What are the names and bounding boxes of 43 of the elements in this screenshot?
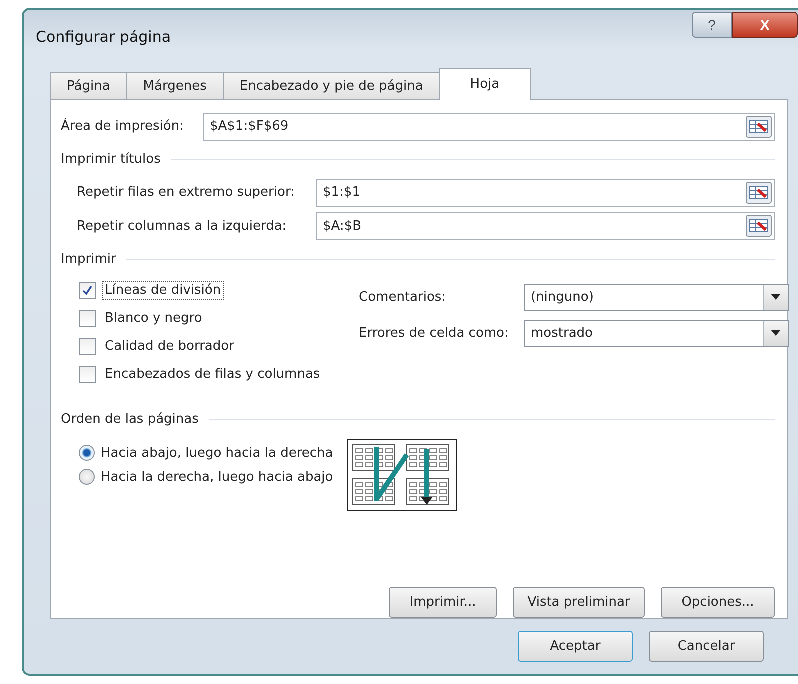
tab[interactable]: Márgenes — [126, 72, 224, 100]
help-button[interactable]: ? — [692, 12, 732, 38]
field-label: Repetir filas en extremo superior: — [77, 185, 296, 200]
checkbox[interactable] — [79, 338, 96, 355]
checkbox-label: Encabezados de filas y columnas — [104, 366, 322, 384]
dropdown-arrow-icon — [771, 294, 781, 300]
checkbox-label: Blanco y negro — [104, 310, 204, 328]
tab[interactable]: Página — [50, 72, 128, 100]
dialog-button[interactable]: Imprimir... — [389, 587, 497, 618]
radio-label: Hacia abajo, luego hacia la derecha — [101, 446, 334, 461]
dropdown[interactable]: mostrado — [524, 320, 789, 347]
field-label: Área de impresión: — [61, 119, 185, 134]
radio-button[interactable] — [79, 445, 95, 462]
window-title: Configurar página — [36, 27, 172, 46]
field-label: Errores de celda como: — [359, 326, 510, 341]
input-field[interactable]: $A$1:$F$69 — [203, 112, 775, 141]
range-picker-icon[interactable] — [746, 116, 772, 138]
input-field[interactable]: $A:$B — [316, 212, 775, 240]
dialog-button[interactable]: Opciones... — [661, 587, 775, 618]
field-label: Comentarios: — [359, 290, 448, 305]
checkbox[interactable] — [79, 282, 96, 299]
range-picker-icon[interactable] — [746, 215, 772, 238]
radio-label: Hacia la derecha, luego hacia abajo — [101, 470, 334, 485]
tab[interactable]: Hoja — [439, 68, 531, 100]
close-button[interactable]: X — [732, 12, 798, 38]
range-picker-icon[interactable] — [746, 182, 772, 204]
field-label: Repetir columnas a la izquierda: — [77, 218, 288, 234]
dialog-button[interactable]: Cancelar — [649, 631, 764, 662]
input-field[interactable]: $1:$1 — [316, 178, 775, 207]
dropdown[interactable]: (ninguno) — [524, 284, 789, 311]
section-title: Imprimir títulos — [61, 152, 161, 168]
checkbox[interactable] — [79, 366, 96, 383]
section-title: Imprimir — [61, 252, 116, 267]
checkbox[interactable] — [79, 310, 96, 327]
section-title: Orden de las páginas — [61, 412, 199, 427]
dropdown-arrow-icon — [771, 330, 781, 336]
dialog-button[interactable]: Vista preliminar — [513, 587, 645, 618]
checkbox-label: Calidad de borrador — [104, 338, 236, 356]
checkbox-label: Líneas de división — [102, 280, 224, 300]
dialog-button[interactable]: Aceptar — [518, 631, 633, 662]
check-icon — [82, 284, 93, 296]
tab[interactable]: Encabezado y pie de página — [222, 72, 440, 100]
radio-button[interactable] — [79, 469, 95, 486]
